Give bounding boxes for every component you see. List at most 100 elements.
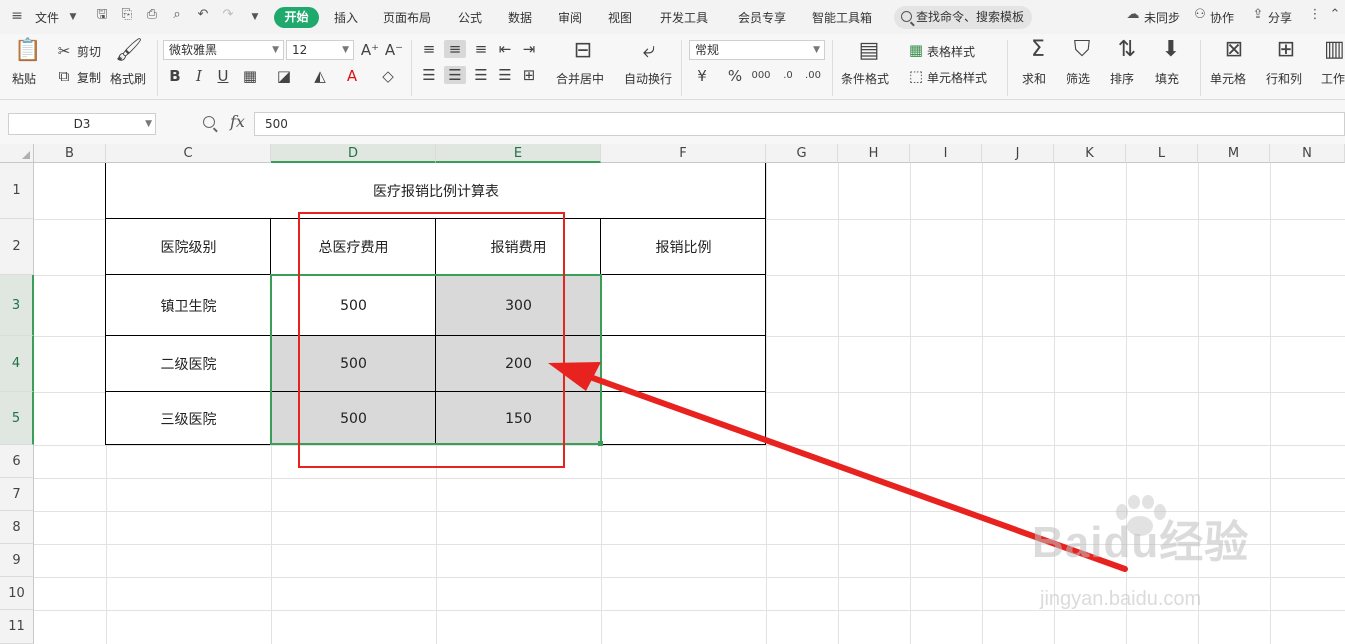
decimal-decrease-icon[interactable]: .00 <box>803 67 823 85</box>
table-style-icon[interactable]: ▦ <box>908 41 924 59</box>
tab-data[interactable]: 数据 <box>508 9 532 26</box>
filter-icon[interactable]: ⛉ <box>1068 37 1096 62</box>
distribute-icon[interactable]: ⊞ <box>520 66 538 84</box>
quick-access-more-icon[interactable]: ▼ <box>248 10 262 24</box>
chevron-down-icon[interactable]: ▼ <box>66 10 80 24</box>
paste-button[interactable]: 粘贴 <box>12 70 36 87</box>
table-style-button[interactable]: 表格样式 <box>927 43 975 60</box>
merge-center-button[interactable]: 合并居中 <box>556 70 604 87</box>
thousands-icon[interactable]: 000 <box>751 67 771 85</box>
font-size-select[interactable]: 12 ▼ <box>286 40 354 60</box>
row-col-button[interactable]: 行和列 <box>1266 70 1302 87</box>
command-search[interactable]: 查找命令、搜索模板 <box>894 6 1032 29</box>
save-icon[interactable]: 🖫 <box>95 8 109 22</box>
currency-icon[interactable]: ¥ <box>694 67 710 85</box>
fill-color-icon[interactable]: ◪ <box>274 67 294 85</box>
cell-style-icon[interactable]: ⬚ <box>908 67 924 85</box>
worksheet-button[interactable]: 工作 <box>1321 70 1345 87</box>
sum-button[interactable]: 求和 <box>1022 70 1046 87</box>
merge-center-icon[interactable]: ⊟ <box>568 38 598 63</box>
italic-icon[interactable]: I <box>191 67 207 85</box>
conditional-format-button[interactable]: 条件格式 <box>841 70 889 87</box>
fill-icon[interactable]: ⬇ <box>1157 37 1185 62</box>
number-format-select[interactable]: 常规 ▼ <box>689 40 825 60</box>
align-top-icon[interactable]: ≡ <box>420 40 438 58</box>
cut-button[interactable]: 剪切 <box>77 43 101 60</box>
chevron-down-icon: ▼ <box>342 45 349 55</box>
format-painter-icon[interactable]: 🖌 <box>115 38 143 63</box>
number-format-value: 常规 <box>695 43 720 57</box>
clear-format-icon[interactable]: ◇ <box>378 67 398 85</box>
name-box[interactable]: D3 ▼ <box>8 113 156 135</box>
tab-formulas[interactable]: 公式 <box>458 9 482 26</box>
more-icon[interactable]: ⋮ <box>1308 8 1322 22</box>
cell-icon[interactable]: ⊠ <box>1220 37 1248 62</box>
paste-icon[interactable]: 📋 <box>14 38 42 63</box>
align-bottom-icon[interactable]: ≡ <box>472 40 490 58</box>
zoom-icon[interactable] <box>203 116 215 128</box>
increase-font-icon[interactable]: A⁺ <box>360 41 380 59</box>
tab-developer[interactable]: 开发工具 <box>660 9 708 26</box>
font-name-value: 微软雅黑 <box>169 43 218 57</box>
formula-input[interactable]: 500 <box>254 112 1345 136</box>
wrap-text-button[interactable]: 自动换行 <box>624 70 672 87</box>
paw-icon <box>1116 495 1166 536</box>
redo-icon[interactable]: ↷ <box>221 8 235 22</box>
underline-icon[interactable]: U <box>215 67 231 85</box>
file-menu[interactable]: 文件 <box>35 9 59 26</box>
sync-status[interactable]: 未同步 <box>1144 9 1180 26</box>
cloud-icon: ☁ <box>1126 7 1140 22</box>
sort-icon[interactable]: ⇅ <box>1113 37 1141 62</box>
collapse-ribbon-icon[interactable]: ⌃ <box>1328 8 1342 22</box>
conditional-format-icon[interactable]: ▤ <box>855 38 883 63</box>
undo-icon[interactable]: ↶ <box>196 8 210 22</box>
wrap-text-icon[interactable]: ⤶ <box>634 38 664 63</box>
format-painter-button[interactable]: 格式刷 <box>110 70 146 87</box>
tab-smart-toolbox[interactable]: 智能工具箱 <box>812 9 872 26</box>
highlight-icon[interactable]: ◭ <box>310 67 330 85</box>
font-color-icon[interactable]: A <box>344 67 360 85</box>
copy-button[interactable]: 复制 <box>77 69 101 86</box>
cell-button[interactable]: 单元格 <box>1210 70 1246 87</box>
sort-button[interactable]: 排序 <box>1110 70 1134 87</box>
tab-member[interactable]: 会员专享 <box>738 9 786 26</box>
sum-icon[interactable]: Σ <box>1024 37 1052 62</box>
tab-home[interactable]: 开始 <box>274 7 319 28</box>
menu-icon[interactable]: ≡ <box>10 9 24 23</box>
tab-view[interactable]: 视图 <box>608 9 632 26</box>
collaborate-icon: ⚇ <box>1194 7 1206 22</box>
align-middle-icon[interactable]: ≡ <box>444 40 466 58</box>
share-icon: ⇪ <box>1252 7 1264 22</box>
percent-icon[interactable]: % <box>727 67 743 85</box>
indent-increase-icon[interactable]: ⇥ <box>520 40 538 58</box>
function-icon[interactable]: fx <box>230 112 245 131</box>
collaborate-button[interactable]: 协作 <box>1210 9 1234 26</box>
print-preview-icon[interactable]: ⌕ <box>170 8 184 22</box>
row-col-icon[interactable]: ⊞ <box>1272 37 1300 62</box>
border-icon[interactable]: ▦ <box>240 67 260 85</box>
align-right-icon[interactable]: ☰ <box>472 66 490 84</box>
copy-icon[interactable]: ⧉ <box>56 67 72 85</box>
cell-style-button[interactable]: 单元格样式 <box>927 69 987 86</box>
fill-button[interactable]: 填充 <box>1155 70 1179 87</box>
share-button[interactable]: 分享 <box>1268 9 1292 26</box>
tab-page-layout[interactable]: 页面布局 <box>383 9 431 26</box>
filter-button[interactable]: 筛选 <box>1066 70 1090 87</box>
print-icon[interactable]: ⎙ <box>145 8 159 22</box>
decrease-font-icon[interactable]: A⁻ <box>384 41 404 59</box>
tab-review[interactable]: 审阅 <box>558 9 582 26</box>
export-icon[interactable]: ⎘ <box>120 8 134 22</box>
ribbon: 📋 粘贴 ✂ 剪切 ⧉ 复制 🖌 格式刷 微软雅黑 ▼ 12 ▼ A⁺ A⁻ B… <box>0 34 1345 100</box>
font-name-select[interactable]: 微软雅黑 ▼ <box>163 40 284 60</box>
align-left-icon[interactable]: ☰ <box>420 66 438 84</box>
indent-decrease-icon[interactable]: ⇤ <box>496 40 514 58</box>
justify-icon[interactable]: ☰ <box>496 66 514 84</box>
spreadsheet-grid[interactable]: B C D E F G H I J K L M N 1 2 3 4 5 6 7 … <box>0 144 1345 644</box>
cut-icon[interactable]: ✂ <box>56 42 72 60</box>
worksheet-icon[interactable]: ▥ <box>1324 37 1345 62</box>
decimal-increase-icon[interactable]: .0 <box>778 67 798 85</box>
bold-icon[interactable]: B <box>167 67 183 85</box>
tab-insert[interactable]: 插入 <box>334 9 358 26</box>
align-center-icon[interactable]: ☰ <box>444 66 466 84</box>
search-icon <box>901 11 912 22</box>
